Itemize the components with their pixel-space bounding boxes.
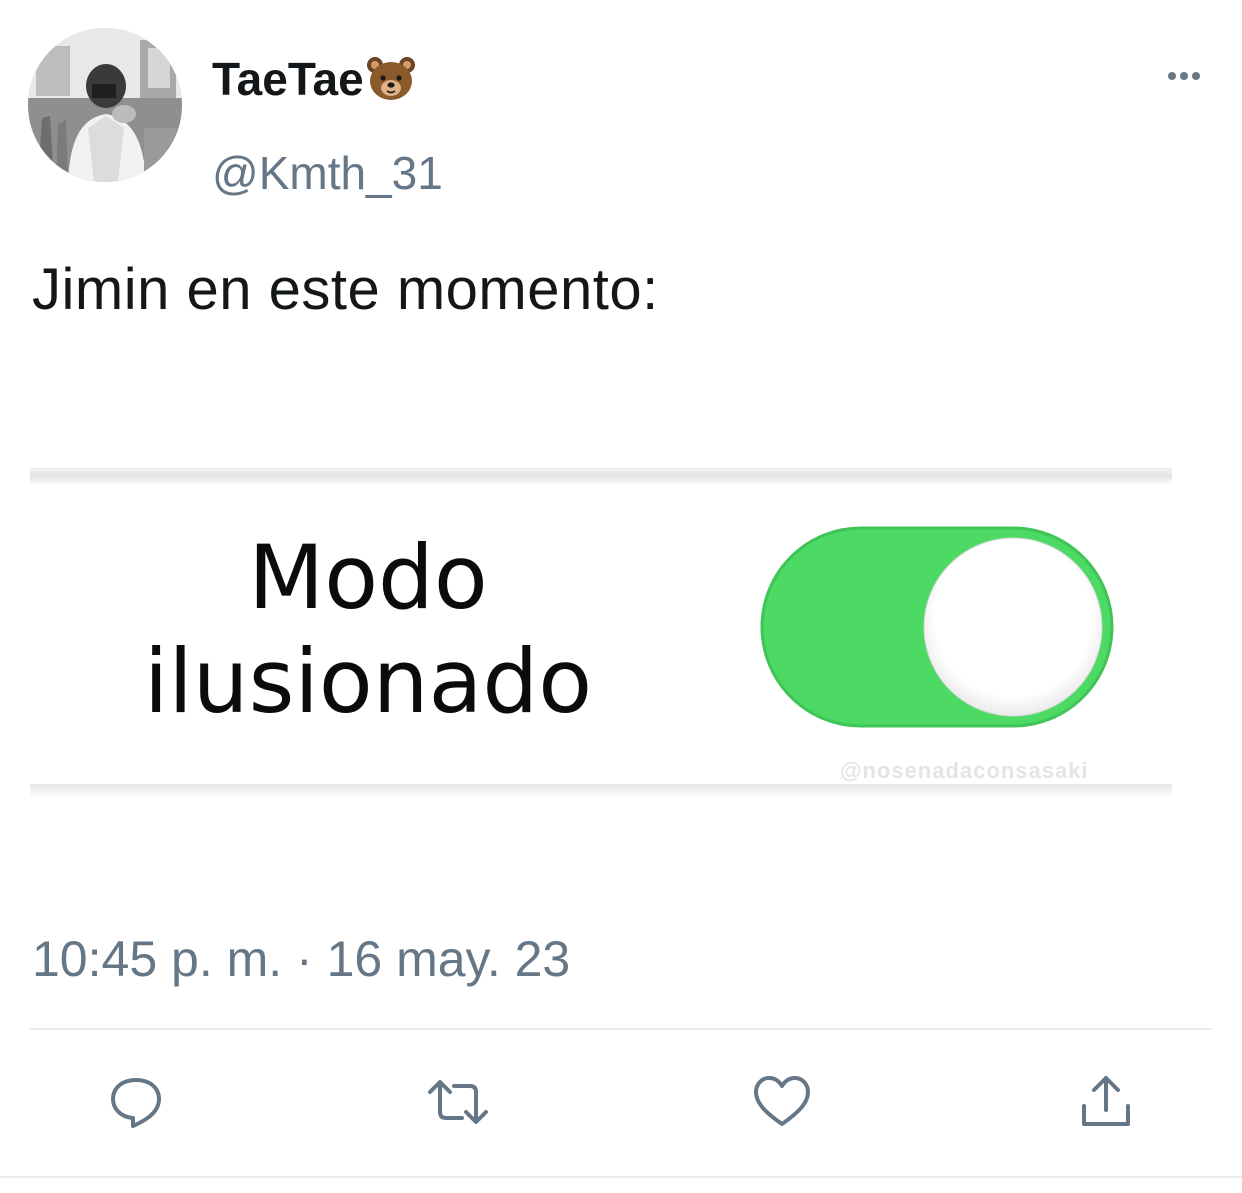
avatar[interactable] <box>28 28 182 182</box>
ellipsis-icon <box>1168 72 1200 80</box>
avatar-photo <box>28 28 182 182</box>
display-name[interactable]: TaeTae <box>212 52 416 112</box>
divider <box>30 1028 1212 1030</box>
toggle-switch-on-icon <box>760 526 1114 728</box>
bear-face-emoji-icon <box>366 55 416 112</box>
media-top-border <box>30 468 1172 485</box>
meme-caption: Modo ilusionado <box>58 526 678 734</box>
heart-icon <box>754 1076 810 1126</box>
tweet-media-image[interactable]: Modo ilusionado @nosenadaconsasaki <box>30 466 1172 800</box>
meme-caption-line1: Modo <box>248 526 488 629</box>
media-watermark: @nosenadaconsasaki <box>840 758 1089 783</box>
tweet-actions <box>0 1070 1242 1134</box>
retweet-button[interactable] <box>426 1070 490 1134</box>
meme-caption-line2: ilusionado <box>143 630 593 733</box>
speech-bubble-icon <box>111 1078 161 1128</box>
reply-button[interactable] <box>104 1070 168 1134</box>
display-name-text: TaeTae <box>212 53 364 105</box>
tweet-timestamp[interactable]: 10:45 p. m. · 16 may. 23 <box>32 930 570 988</box>
share-icon <box>1082 1076 1130 1126</box>
user-handle[interactable]: @Kmth_31 <box>212 146 443 200</box>
more-options-button[interactable] <box>1148 56 1220 96</box>
media-bottom-border <box>30 784 1172 798</box>
tweet-bottom-border <box>0 1176 1242 1178</box>
tweet-text: Jimin en este momento: <box>32 257 659 322</box>
share-button[interactable] <box>1074 1070 1138 1134</box>
retweet-icon <box>428 1080 488 1124</box>
like-button[interactable] <box>750 1070 814 1134</box>
